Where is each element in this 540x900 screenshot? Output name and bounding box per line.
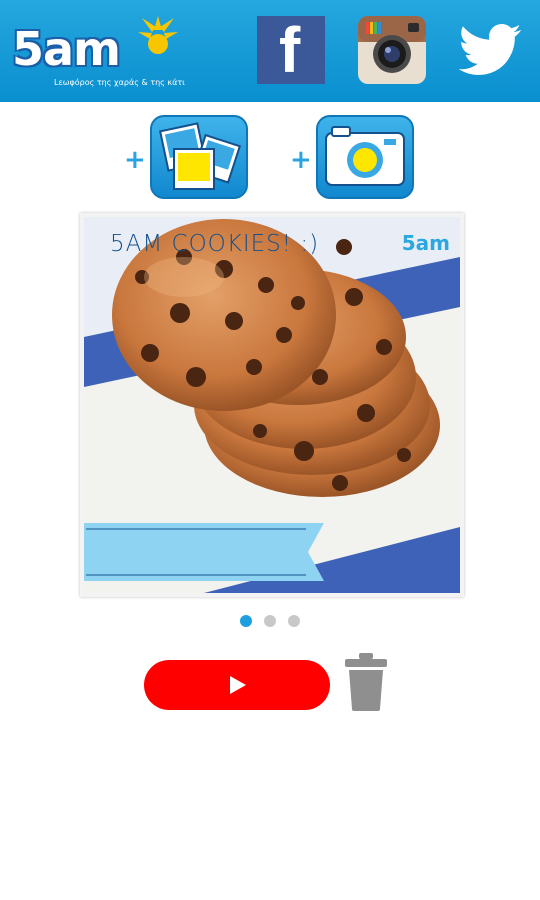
page-dot[interactable]: [288, 615, 300, 627]
camera-icon: [325, 126, 405, 186]
play-button[interactable]: [144, 660, 330, 710]
photo-card[interactable]: 5am 5AM COOKIES! :): [80, 213, 464, 597]
facebook-icon: f: [279, 14, 301, 86]
plus-sign: +: [290, 145, 312, 175]
logo-tagline: Lεωφόρος της χαράς & της κάτι: [54, 78, 185, 87]
cookies-photo: 5am 5AM COOKIES! :): [84, 217, 460, 593]
add-media-row: + +: [0, 115, 540, 200]
caption-banner: [84, 523, 324, 581]
top-bar: 5am Lεωφόρος της χαράς & της κάτι f: [0, 0, 540, 102]
gallery-icon: [158, 122, 242, 190]
instagram-icon: [358, 16, 426, 73]
twitter-icon: [458, 24, 522, 75]
plus-sign: +: [124, 145, 146, 175]
page-indicator: [240, 615, 310, 627]
instagram-button[interactable]: [358, 16, 426, 84]
add-from-gallery-button[interactable]: [150, 115, 248, 199]
twitter-button[interactable]: [457, 16, 525, 84]
page-dot[interactable]: [264, 615, 276, 627]
sun-logo-mark: [138, 16, 178, 54]
add-from-camera-button[interactable]: [316, 115, 414, 199]
play-icon: [230, 676, 246, 694]
facebook-button[interactable]: f: [257, 16, 325, 84]
watermark-logo: 5am: [401, 231, 450, 255]
app-logo[interactable]: 5am Lεωφόρος της χαράς & της κάτι: [10, 10, 185, 90]
page-dot-active[interactable]: [240, 615, 252, 627]
logo-text: 5am: [12, 22, 121, 76]
trash-icon[interactable]: [343, 653, 389, 711]
photo-caption: 5AM COOKIES! :): [110, 231, 320, 257]
